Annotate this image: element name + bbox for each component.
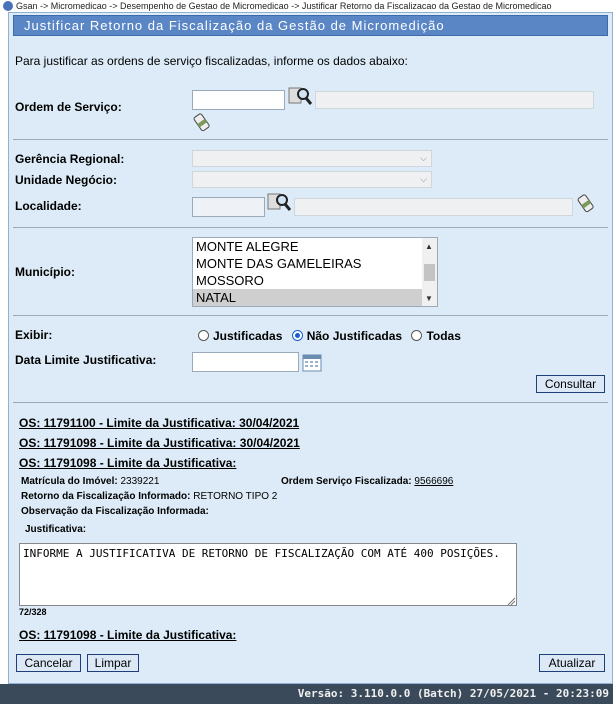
radio-button[interactable] [198,330,209,341]
municipio-label: Município: [15,265,75,279]
localidade-input[interactable] [192,197,265,217]
intro-text: Para justificar as ordens de serviço fis… [15,54,408,68]
justificativa-textarea[interactable]: INFORME A JUSTIFICATIVA DE RETORNO DE FI… [19,543,517,606]
matricula-label: Matrícula do Imóvel: [21,476,118,487]
radio-todas[interactable]: Todas [411,329,461,343]
gerencia-label: Gerência Regional: [15,152,125,166]
radio-nao-justificadas[interactable]: Não Justificadas [291,329,403,343]
ordem-fiscalizada-link[interactable]: 9566696 [414,476,453,487]
localidade-label: Localidade: [15,199,82,213]
radio-button-checked[interactable] [291,330,303,341]
chevron-down-icon: ⌵ [420,174,427,184]
chevron-down-icon: ⌵ [420,153,427,163]
exibir-label: Exibir: [15,328,53,342]
radio-label: Todas [426,329,461,343]
retorno-value: RETORNO TIPO 2 [193,491,278,502]
os-link[interactable]: OS: 11791098 - Limite da Justificativa: [19,628,236,642]
observacao-field: Observação da Fiscalização Informada: [21,506,209,517]
os-link[interactable]: OS: 11791098 - Limite da Justificativa: … [19,436,300,450]
ordem-fiscalizada-field: Ordem Serviço Fiscalizada: 9566696 [281,476,453,487]
municipio-option[interactable]: MONTE ALEGRE [193,238,437,255]
data-limite-label: Data Limite Justificativa: [15,353,157,367]
divider [13,402,608,403]
municipio-listbox[interactable]: MONTE ALEGRE MONTE DAS GAMELEIRAS MOSSOR… [192,237,438,307]
divider [13,227,608,228]
municipio-option[interactable]: MOSSORO [193,272,437,289]
eraser-icon[interactable] [577,193,595,213]
scroll-up-icon[interactable]: ▲ [425,242,433,251]
matricula-value: 2339221 [120,476,160,487]
matricula-field: Matrícula do Imóvel: 2339221 [21,476,159,487]
ordem-servico-label: Ordem de Serviço: [15,100,122,114]
consultar-button[interactable]: Consultar [536,375,605,393]
retorno-field: Retorno da Fiscalização Informado: RETOR… [21,491,277,502]
os-link[interactable]: OS: 11791100 - Limite da Justificativa: … [19,416,299,430]
scrollbar[interactable]: ▲ ▼ [422,238,437,306]
ordem-servico-description [315,91,594,109]
breadcrumb: Gsan -> Micromedicao -> Desempenho de Ge… [0,0,613,12]
municipio-option-selected[interactable]: NATAL [193,289,437,306]
calendar-icon[interactable] [302,354,322,372]
radio-label: Não Justificadas [306,329,403,343]
data-limite-input[interactable] [192,352,299,372]
cancelar-button[interactable]: Cancelar [16,654,81,672]
radio-label: Justificadas [213,329,283,343]
ordem-fiscalizada-label: Ordem Serviço Fiscalizada: [281,476,412,487]
unidade-label: Unidade Negócio: [15,173,118,187]
search-icon[interactable] [288,86,312,106]
gerencia-select[interactable]: ⌵ [192,150,432,167]
eraser-icon[interactable] [193,112,211,132]
retorno-label: Retorno da Fiscalização Informado: [21,491,191,502]
observacao-label: Observação da Fiscalização Informada: [21,506,209,517]
app-icon [3,1,13,11]
limpar-button[interactable]: Limpar [87,654,139,672]
version-footer: Versão: 3.110.0.0 (Batch) 27/05/2021 - 2… [0,684,613,704]
divider [13,139,608,140]
justificativa-label-text: Justificativa: [25,524,87,535]
char-counter: 72/328 [19,607,47,617]
form-window: Justificar Retorno da Fiscalização da Ge… [8,12,613,684]
municipio-option[interactable]: MONTE DAS GAMELEIRAS [193,255,437,272]
atualizar-button[interactable]: Atualizar [539,654,605,672]
unidade-select[interactable]: ⌵ [192,171,432,188]
scrollbar-thumb[interactable] [424,264,435,281]
radio-button[interactable] [411,330,423,341]
page-title: Justificar Retorno da Fiscalização da Ge… [13,15,608,36]
radio-justificadas[interactable]: Justificadas [198,329,282,343]
justificativa-label: Justificativa: [25,524,86,535]
search-icon[interactable] [267,192,291,212]
scroll-down-icon[interactable]: ▼ [425,294,433,303]
divider [13,315,608,316]
localidade-description [294,198,573,216]
exibir-radio-group: Justificadas Não Justificadas Todas [198,329,461,343]
ordem-servico-input[interactable] [192,90,285,110]
os-link[interactable]: OS: 11791098 - Limite da Justificativa: [19,456,236,470]
resize-handle-icon[interactable] [507,597,516,606]
breadcrumb-text: Gsan -> Micromedicao -> Desempenho de Ge… [16,1,552,11]
